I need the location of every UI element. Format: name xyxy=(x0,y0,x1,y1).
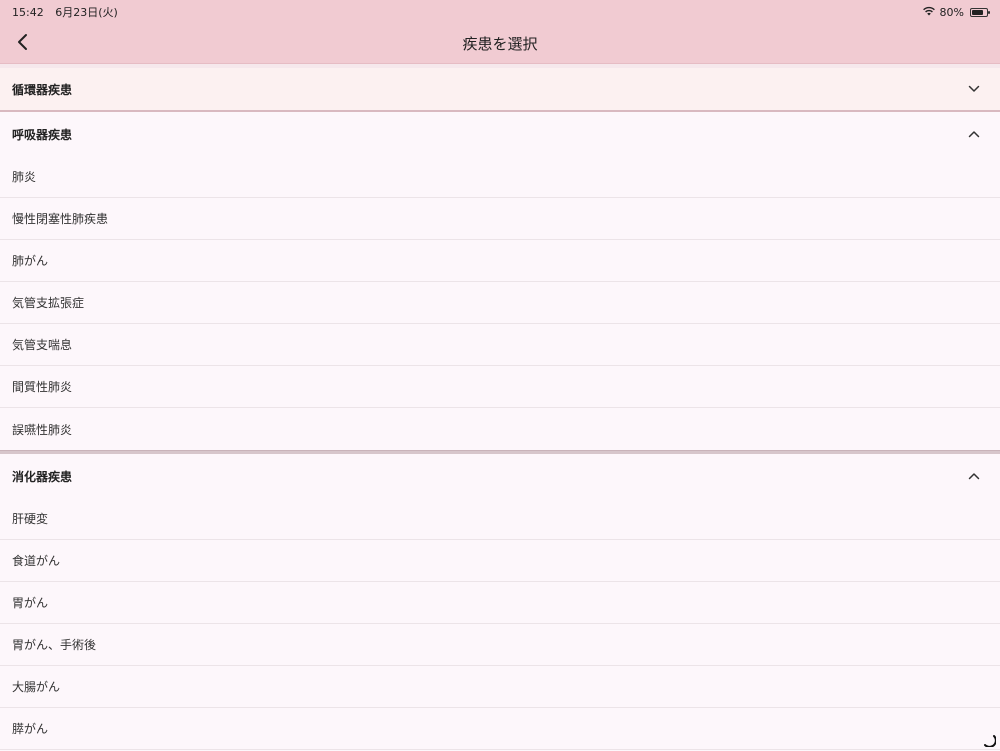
loading-spinner-icon xyxy=(982,732,996,746)
list-item[interactable]: 膵がん xyxy=(0,708,1000,750)
list-item[interactable]: 慢性閉塞性肺疾患 xyxy=(0,198,1000,240)
list-item[interactable]: 気管支拡張症 xyxy=(0,282,1000,324)
chevron-left-icon xyxy=(16,33,28,55)
list-item[interactable]: 肺がん xyxy=(0,240,1000,282)
status-date: 6月23日(火) xyxy=(55,6,118,19)
battery-icon xyxy=(970,8,988,17)
section-title: 呼吸器疾患 xyxy=(12,126,72,143)
list-item[interactable]: 間質性肺炎 xyxy=(0,366,1000,408)
chevron-down-icon xyxy=(960,79,988,99)
battery-percent: 80% xyxy=(940,6,964,19)
battery-fill xyxy=(972,10,983,15)
list-item[interactable]: 誤嚥性肺炎 xyxy=(0,408,1000,450)
status-bar: 15:42 6月23日(火) 80% xyxy=(0,0,1000,24)
page-title: 疾患を選択 xyxy=(462,33,537,54)
wifi-icon xyxy=(922,6,936,19)
section-header[interactable]: 循環器疾患 xyxy=(0,68,1000,112)
list-item[interactable]: 大腸がん xyxy=(0,666,1000,708)
list-item[interactable]: 気管支喘息 xyxy=(0,324,1000,366)
section-title: 消化器疾患 xyxy=(12,468,72,485)
list-item[interactable]: 肝硬変 xyxy=(0,498,1000,540)
list-item[interactable]: 肺炎 xyxy=(0,156,1000,198)
chevron-up-icon xyxy=(960,124,988,144)
disease-list: 循環器疾患呼吸器疾患肺炎慢性閉塞性肺疾患肺がん気管支拡張症気管支喘息間質性肺炎誤… xyxy=(0,68,1000,750)
section-title: 循環器疾患 xyxy=(12,81,72,98)
section-header[interactable]: 消化器疾患 xyxy=(0,454,1000,498)
back-button[interactable] xyxy=(10,30,34,58)
list-item[interactable]: 胃がん、手術後 xyxy=(0,624,1000,666)
list-item[interactable]: 食道がん xyxy=(0,540,1000,582)
chevron-up-icon xyxy=(960,466,988,486)
navigation-bar: 疾患を選択 xyxy=(0,24,1000,64)
section-header[interactable]: 呼吸器疾患 xyxy=(0,112,1000,156)
status-time: 15:42 xyxy=(12,6,44,19)
list-item[interactable]: 胃がん xyxy=(0,582,1000,624)
